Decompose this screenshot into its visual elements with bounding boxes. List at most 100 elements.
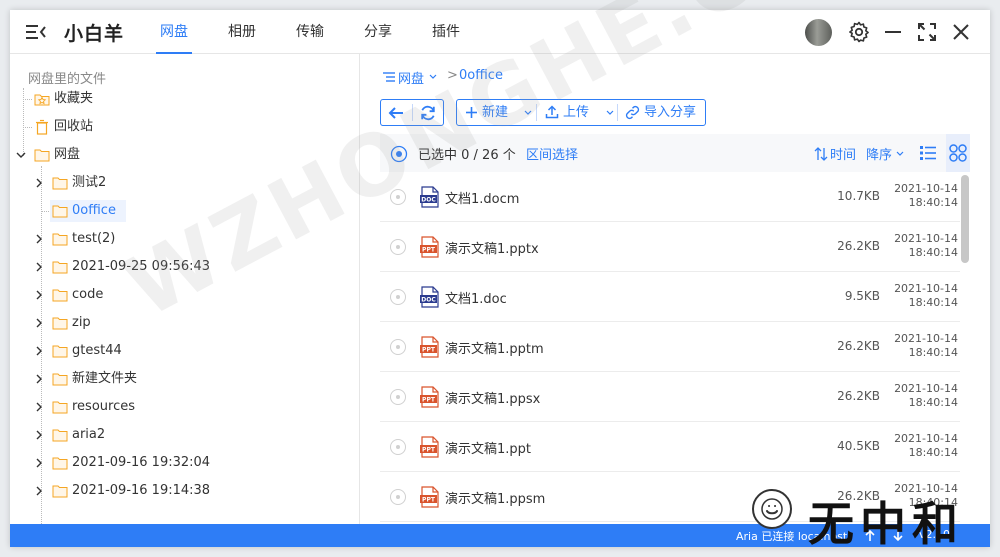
file-row[interactable]: PPT 演示文稿1.pptx 26.2KB 2021-10-14 18:40:14 xyxy=(380,222,960,272)
upload-button[interactable]: 上传 xyxy=(545,100,614,125)
powerpoint-file-icon: PPT xyxy=(420,436,439,458)
tree-item-folder[interactable]: 新建文件夹 xyxy=(52,368,212,390)
minimize-icon[interactable] xyxy=(881,20,905,44)
upload-arrow-icon[interactable] xyxy=(864,529,876,542)
chevron-right-icon[interactable] xyxy=(33,289,45,301)
close-icon[interactable] xyxy=(949,20,973,44)
row-select-radio[interactable] xyxy=(390,289,406,305)
row-select-radio[interactable] xyxy=(390,239,406,255)
selection-count: 已选中 0 / 26 个 xyxy=(418,148,516,163)
tab-plugins[interactable]: 插件 xyxy=(432,10,460,54)
tree-item-folder[interactable]: 2021-09-25 09:56:43 xyxy=(52,256,212,278)
file-time: 18:40:14 xyxy=(908,296,958,309)
svg-text:PPT: PPT xyxy=(422,347,436,354)
file-name[interactable]: 演示文稿1.ppsm xyxy=(445,488,545,507)
tree-item-folder[interactable]: test(2) xyxy=(52,228,212,250)
chevron-down-icon[interactable] xyxy=(15,149,27,161)
select-all-radio-icon[interactable] xyxy=(390,145,408,163)
row-select-radio[interactable] xyxy=(390,439,406,455)
user-avatar[interactable] xyxy=(805,19,832,46)
maximize-icon[interactable] xyxy=(915,20,939,44)
tree-item-label: 2021-09-16 19:14:38 xyxy=(72,483,211,498)
file-row[interactable]: PPT 演示文稿1.ppsm 26.2KB 2021-10-14 18:40:14 xyxy=(380,472,960,522)
file-name[interactable]: 文档1.doc xyxy=(445,288,507,307)
tree-item-recycle-bin[interactable]: 回收站 xyxy=(34,116,154,138)
chevron-right-icon[interactable] xyxy=(33,485,45,497)
tree-item-folder[interactable]: zip xyxy=(52,312,212,334)
link-icon xyxy=(625,105,640,120)
list-view-icon[interactable] xyxy=(918,143,938,163)
row-select-radio[interactable] xyxy=(390,339,406,355)
import-share-button[interactable]: 导入分享 xyxy=(625,100,705,125)
tree-item-folder[interactable]: 2021-09-16 19:14:38 xyxy=(52,480,212,502)
file-row[interactable]: DOC 文档1.doc 9.5KB 2021-10-14 18:40:14 xyxy=(380,272,960,322)
back-arrow-icon[interactable] xyxy=(387,104,405,122)
file-name[interactable]: 演示文稿1.pptx xyxy=(445,238,539,257)
sort-field-button[interactable]: 时间 xyxy=(830,144,856,163)
settings-gear-icon[interactable] xyxy=(847,20,871,44)
file-name[interactable]: 演示文稿1.ppt xyxy=(445,438,531,457)
tab-disk[interactable]: 网盘 xyxy=(156,10,192,54)
chevron-right-icon[interactable] xyxy=(33,373,45,385)
chevron-right-icon[interactable] xyxy=(33,317,45,329)
tree-item-label: aria2 xyxy=(72,427,106,442)
chevron-right-icon[interactable] xyxy=(33,429,45,441)
tree-item-favorites[interactable]: 收藏夹 xyxy=(34,88,154,110)
file-list-scrollbar[interactable] xyxy=(961,175,969,263)
chevron-down-icon xyxy=(606,110,614,115)
chevron-down-icon[interactable] xyxy=(428,72,438,82)
tab-transfer[interactable]: 传输 xyxy=(296,10,324,54)
file-row[interactable]: PPT 演示文稿1.ppsx 26.2KB 2021-10-14 18:40:14 xyxy=(380,372,960,422)
file-name[interactable]: 演示文稿1.pptm xyxy=(445,338,544,357)
tree-item-folder[interactable]: aria2 xyxy=(52,424,212,446)
title-bar: 小白羊 网盘 相册 传输 分享 插件 xyxy=(10,10,990,54)
tree-scroll-indicator[interactable] xyxy=(359,301,360,359)
file-modified-time: 2021-10-14 18:40:14 xyxy=(894,332,958,360)
tab-album[interactable]: 相册 xyxy=(228,10,256,54)
tree-item-label: 回收站 xyxy=(54,119,94,134)
word-document-icon: DOC xyxy=(420,286,439,308)
chevron-right-icon[interactable] xyxy=(33,401,45,413)
row-select-radio[interactable] xyxy=(390,489,406,505)
folder-icon xyxy=(52,317,68,330)
collapse-sidebar-icon[interactable] xyxy=(24,22,48,42)
tab-share[interactable]: 分享 xyxy=(364,10,392,54)
file-time: 18:40:14 xyxy=(908,196,958,209)
tree-item-folder[interactable]: code xyxy=(52,284,212,306)
svg-text:DOC: DOC xyxy=(421,197,436,204)
chevron-right-icon[interactable] xyxy=(33,177,45,189)
row-select-radio[interactable] xyxy=(390,389,406,405)
file-row[interactable]: DOC 文档1.docm 10.7KB 2021-10-14 18:40:14 xyxy=(380,172,960,222)
chevron-right-icon[interactable] xyxy=(33,233,45,245)
sort-order-button[interactable]: 降序 xyxy=(866,144,892,163)
chevron-right-icon[interactable] xyxy=(33,345,45,357)
row-select-radio[interactable] xyxy=(390,189,406,205)
file-size: 9.5KB xyxy=(844,289,880,303)
sort-icon[interactable] xyxy=(814,146,828,162)
tree-item-disk[interactable]: 网盘 xyxy=(34,144,154,166)
tree-item-folder[interactable]: 2021-09-16 19:32:04 xyxy=(52,452,212,474)
chevron-right-icon[interactable] xyxy=(33,457,45,469)
file-row[interactable]: PPT 演示文稿1.pptm 26.2KB 2021-10-14 18:40:14 xyxy=(380,322,960,372)
tree-item-folder[interactable]: 0office xyxy=(50,200,126,222)
breadcrumb-current[interactable]: 0office xyxy=(459,68,503,83)
chevron-right-icon[interactable] xyxy=(33,261,45,273)
new-button[interactable]: 新建 xyxy=(465,100,532,125)
chevron-down-icon[interactable] xyxy=(895,149,905,159)
file-modified-time: 2021-10-14 18:40:14 xyxy=(894,282,958,310)
refresh-icon[interactable] xyxy=(419,104,437,122)
file-name[interactable]: 文档1.docm xyxy=(445,188,519,207)
tree-item-folder[interactable]: resources xyxy=(52,396,212,418)
tree-item-folder[interactable]: gtest44 xyxy=(52,340,212,362)
folder-icon xyxy=(52,205,68,218)
grid-view-toggle[interactable] xyxy=(946,134,970,172)
tree-item-folder[interactable]: 测试2 xyxy=(52,172,212,194)
range-select-link[interactable]: 区间选择 xyxy=(526,144,578,163)
tree-item-label: 0office xyxy=(72,203,116,218)
file-size: 40.5KB xyxy=(837,439,880,453)
file-row[interactable]: PPT 演示文稿1.ppt 40.5KB 2021-10-14 18:40:14 xyxy=(380,422,960,472)
download-arrow-icon[interactable] xyxy=(892,529,904,542)
powerpoint-file-icon: PPT xyxy=(420,336,439,358)
file-name[interactable]: 演示文稿1.ppsx xyxy=(445,388,540,407)
breadcrumb-root[interactable]: 网盘 xyxy=(398,68,424,87)
